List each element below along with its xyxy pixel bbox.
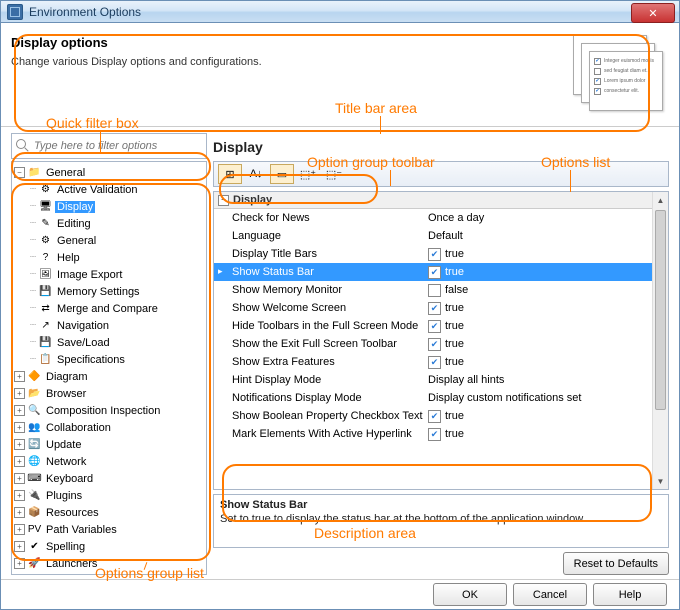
checkbox-icon[interactable]: ✔ — [428, 266, 441, 279]
tree-item-plugins[interactable]: +🔌Plugins — [12, 487, 206, 504]
tree-item-collaboration[interactable]: +👥Collaboration — [12, 419, 206, 436]
prop-row-show-status-bar[interactable]: Show Status Bar✔true — [214, 263, 668, 281]
tree-item-memory-settings[interactable]: ┈💾Memory Settings — [12, 283, 206, 300]
checkbox-icon[interactable]: ✔ — [428, 428, 441, 441]
prop-row-mark-elements-with-active-hyperlink[interactable]: Mark Elements With Active Hyperlink✔true — [214, 425, 668, 443]
header-illustration: ✔Integer euismod mollis sed feugiat diam… — [569, 31, 669, 121]
scroll-up-icon[interactable]: ▲ — [653, 192, 668, 208]
window-title: Environment Options — [29, 5, 141, 19]
option-group-toolbar: ⊞ A↓ ▭ ⬚⁺ ⬚⁻ — [213, 161, 669, 187]
prop-row-show-welcome-screen[interactable]: Show Welcome Screen✔true — [214, 299, 668, 317]
checkbox-icon[interactable] — [428, 284, 441, 297]
toolbar-btn-description[interactable]: ▭ — [270, 164, 294, 184]
tree-item-save-load[interactable]: ┈💾Save/Load — [12, 334, 206, 351]
prop-row-show-boolean-property-checkbox-text[interactable]: Show Boolean Property Checkbox Text✔true — [214, 407, 668, 425]
options-list[interactable]: −DisplayCheck for NewsOnce a dayLanguage… — [213, 191, 669, 490]
checkbox-icon[interactable]: ✔ — [428, 248, 441, 261]
toolbar-btn-collapse[interactable]: ⬚⁻ — [322, 164, 346, 184]
tree-item-general[interactable]: ┈⚙General — [12, 232, 206, 249]
description-title: Show Status Bar — [220, 499, 662, 511]
scroll-thumb[interactable] — [655, 210, 666, 410]
reset-defaults-button[interactable]: Reset to Defaults — [563, 552, 669, 575]
help-button[interactable]: Help — [593, 583, 667, 606]
toolbar-btn-categorized[interactable]: ⊞ — [218, 164, 242, 184]
dialog-footer: OK Cancel Help — [1, 579, 679, 609]
checkbox-icon[interactable]: ✔ — [428, 410, 441, 423]
quick-filter-box[interactable] — [11, 133, 207, 159]
tree-item-merge-and-compare[interactable]: ┈⇄Merge and Compare — [12, 300, 206, 317]
tree-item-launchers[interactable]: +🚀Launchers — [12, 555, 206, 572]
prop-row-language[interactable]: LanguageDefault — [214, 227, 668, 245]
prop-row-show-memory-monitor[interactable]: Show Memory Monitorfalse — [214, 281, 668, 299]
tree-item-resources[interactable]: +📦Resources — [12, 504, 206, 521]
checkbox-icon[interactable]: ✔ — [428, 302, 441, 315]
scroll-down-icon[interactable]: ▼ — [653, 473, 668, 489]
tree-item-network[interactable]: +🌐Network — [12, 453, 206, 470]
filter-input[interactable] — [34, 140, 202, 152]
page-title: Display options — [11, 35, 569, 50]
tree-item-update[interactable]: +🔄Update — [12, 436, 206, 453]
options-group-tree[interactable]: −📁General┈⚙Active Validation┈🖥Display┈✎E… — [11, 161, 207, 575]
prop-row-display-title-bars[interactable]: Display Title Bars✔true — [214, 245, 668, 263]
header-area: Display options Change various Display o… — [1, 23, 679, 127]
tree-item-active-validation[interactable]: ┈⚙Active Validation — [12, 181, 206, 198]
tree-item-editing[interactable]: ┈✎Editing — [12, 215, 206, 232]
tree-item-composition-inspection[interactable]: +🔍Composition Inspection — [12, 402, 206, 419]
tree-item-browser[interactable]: +📂Browser — [12, 385, 206, 402]
description-area: Show Status Bar Set to true to display t… — [213, 494, 669, 548]
tree-item-help[interactable]: ┈?Help — [12, 249, 206, 266]
titlebar: Environment Options ✕ — [1, 1, 679, 23]
app-icon — [7, 4, 23, 20]
scrollbar[interactable]: ▲ ▼ — [652, 192, 668, 489]
toolbar-btn-alphabetical[interactable]: A↓ — [244, 164, 268, 184]
prop-row-hide-toolbars-in-the-full-screen-mode[interactable]: Hide Toolbars in the Full Screen Mode✔tr… — [214, 317, 668, 335]
search-icon — [16, 139, 30, 153]
checkbox-icon[interactable]: ✔ — [428, 356, 441, 369]
description-text: Set to true to display the status bar at… — [220, 513, 662, 525]
checkbox-icon[interactable]: ✔ — [428, 320, 441, 333]
checkbox-icon[interactable]: ✔ — [428, 338, 441, 351]
tree-item-specifications[interactable]: ┈📋Specifications — [12, 351, 206, 368]
tree-item-navigation[interactable]: ┈↗Navigation — [12, 317, 206, 334]
prop-row-check-for-news[interactable]: Check for NewsOnce a day — [214, 209, 668, 227]
tree-item-general[interactable]: −📁General — [12, 164, 206, 181]
tree-item-diagram[interactable]: +🔶Diagram — [12, 368, 206, 385]
prop-row-show-extra-features[interactable]: Show Extra Features✔true — [214, 353, 668, 371]
toolbar-btn-expand[interactable]: ⬚⁺ — [296, 164, 320, 184]
close-button[interactable]: ✕ — [631, 3, 675, 23]
page-subtitle: Change various Display options and confi… — [11, 56, 569, 68]
cancel-button[interactable]: Cancel — [513, 583, 587, 606]
prop-row-show-the-exit-full-screen-toolbar[interactable]: Show the Exit Full Screen Toolbar✔true — [214, 335, 668, 353]
tree-item-image-export[interactable]: ┈🖼Image Export — [12, 266, 206, 283]
proplist-group-header[interactable]: −Display — [214, 192, 668, 209]
prop-row-hint-display-mode[interactable]: Hint Display ModeDisplay all hints — [214, 371, 668, 389]
prop-row-notifications-display-mode[interactable]: Notifications Display ModeDisplay custom… — [214, 389, 668, 407]
tree-item-display[interactable]: ┈🖥Display — [12, 198, 206, 215]
section-title: Display — [213, 139, 263, 159]
tree-item-keyboard[interactable]: +⌨Keyboard — [12, 470, 206, 487]
tree-item-spelling[interactable]: +✔Spelling — [12, 538, 206, 555]
environment-options-window: Environment Options ✕ Display options Ch… — [0, 0, 680, 610]
ok-button[interactable]: OK — [433, 583, 507, 606]
tree-item-path-variables[interactable]: +PVPath Variables — [12, 521, 206, 538]
